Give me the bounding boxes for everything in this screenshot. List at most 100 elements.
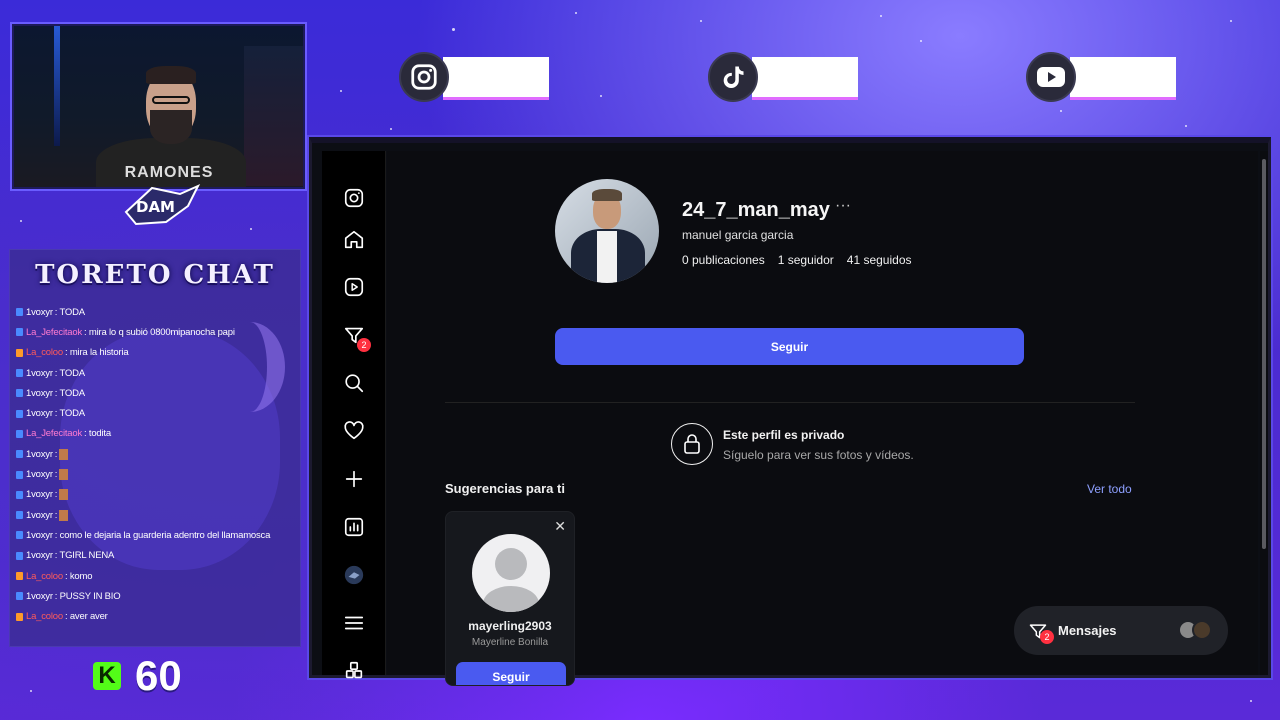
chat-username: La_Jefecitaok: [26, 326, 83, 338]
instagram-logo-icon[interactable]: [343, 187, 365, 209]
chat-username: La_Jefecitaok: [26, 428, 83, 440]
private-subtitle: Síguelo para ver sus fotos y vídeos.: [723, 448, 914, 462]
chat-badge-icon: [16, 389, 23, 398]
create-icon[interactable]: [343, 468, 365, 490]
tiktok-icon: [708, 52, 758, 102]
chat-message: 1voxyr: TODA: [16, 363, 300, 383]
chat-text: : mira lo q subió 0800mipanocha papi: [84, 326, 235, 338]
cam-background-light: [54, 26, 60, 146]
chat-username: La_coloo: [26, 347, 63, 359]
chat-badge-icon: [16, 308, 23, 317]
see-all-link[interactable]: Ver todo: [1087, 482, 1132, 496]
home-icon[interactable]: [343, 229, 365, 251]
messages-bar-label: Mensajes: [1058, 623, 1117, 638]
messages-badge: 2: [357, 338, 371, 352]
suggestion-avatar[interactable]: [472, 534, 550, 612]
following-count[interactable]: 41 seguidos: [847, 253, 912, 267]
profile-avatar-icon[interactable]: [343, 564, 365, 586]
chat-username: 1voxyr: [26, 448, 53, 460]
chat-text: :: [54, 448, 58, 460]
scrollbar-thumb[interactable]: [1262, 159, 1266, 549]
dashboard-icon[interactable]: [343, 516, 365, 538]
chat-text: : komo: [64, 570, 93, 582]
chat-badge-icon: [16, 551, 23, 560]
chat-badge-icon: [16, 612, 23, 621]
chat-username: 1voxyr: [26, 367, 53, 379]
chat-message: La_Jefecitaok: mira lo q subió 0800mipan…: [16, 322, 300, 342]
chat-badge-icon: [16, 328, 23, 337]
chat-badge-icon: [16, 490, 23, 499]
instagram-sidebar: 2: [322, 151, 386, 679]
profile-avatar[interactable]: [555, 179, 659, 283]
followers-count[interactable]: 1 seguidor: [778, 253, 834, 267]
chat-text: : todita: [84, 428, 111, 440]
chat-badge-icon: [16, 369, 23, 378]
more-options-icon[interactable]: ···: [835, 197, 851, 215]
messages-icon[interactable]: 2: [343, 324, 371, 352]
chat-badge-icon: [16, 531, 23, 540]
apps-icon[interactable]: [343, 660, 365, 682]
chat-title: TORETO CHAT: [35, 260, 275, 290]
chat-emote-icon: [59, 469, 69, 481]
instagram-handle-bar: [443, 57, 549, 97]
profile-stats: 0 publicaciones 1 seguidor 41 seguidos: [682, 253, 912, 267]
chat-username: La_coloo: [26, 570, 63, 582]
profile-main: 24_7_man_may ··· manuel garcia garcia 0 …: [387, 151, 1258, 686]
chat-badge-icon: [16, 592, 23, 601]
chat-badge-icon: [16, 470, 23, 479]
menu-icon[interactable]: [343, 612, 365, 634]
chat-username: 1voxyr: [26, 509, 53, 521]
chat-emote-icon: [59, 448, 69, 460]
streamer-glasses: [152, 96, 190, 104]
chat-username: 1voxyr: [26, 590, 53, 602]
chat-username: 1voxyr: [26, 489, 53, 501]
chat-text: : como le dejaria la guarderia adentro d…: [54, 529, 271, 541]
chat-username: La_coloo: [26, 611, 63, 623]
chat-badge-icon: [16, 450, 23, 459]
streamer-shirt-text: RAMONES: [124, 164, 214, 181]
chat-text: : PUSSY IN BIO: [54, 590, 121, 602]
heart-icon[interactable]: [343, 420, 365, 442]
chat-text: :: [54, 509, 58, 521]
youtube-social-bar: [1026, 52, 1176, 102]
chat-text: : TODA: [54, 408, 85, 420]
chat-message: 1voxyr: TODA: [16, 302, 300, 322]
avatar-hair: [592, 189, 622, 201]
profile-full-name: manuel garcia garcia: [682, 228, 794, 242]
instagram-social-bar: [399, 52, 549, 102]
chat-message: 1voxyr: TODA: [16, 403, 300, 423]
chat-message: La_coloo: komo: [16, 566, 300, 586]
suggestion-follow-button[interactable]: Seguir: [456, 662, 566, 685]
chat-emote-icon: [59, 509, 69, 521]
chat-text: : TODA: [54, 367, 85, 379]
suggestion-username[interactable]: mayerling2903: [446, 619, 574, 633]
private-title: Este perfil es privado: [723, 428, 845, 442]
chat-panel: TORETO CHAT 1voxyr: TODA La_Jefecitaok: m…: [9, 249, 301, 647]
browser-window: 2 24_7_man_may ··· manuel garcia garcia …: [309, 137, 1271, 686]
streamer-beard: [150, 110, 192, 144]
chat-badge-icon: [16, 429, 23, 438]
chat-username: 1voxyr: [26, 306, 53, 318]
chat-message: 1voxyr:: [16, 464, 300, 484]
scrollbar[interactable]: [1260, 151, 1268, 675]
chat-badge-icon: [16, 348, 23, 357]
chat-text: :: [54, 489, 58, 501]
search-icon[interactable]: [343, 372, 365, 394]
chat-text: : aver aver: [64, 611, 108, 623]
follow-button[interactable]: Seguir: [555, 328, 1024, 365]
chat-message: 1voxyr: PUSSY IN BIO: [16, 586, 300, 606]
section-divider: [445, 402, 1135, 403]
chat-text: : TGIRL NENA: [54, 550, 115, 562]
messages-bar[interactable]: 2 Mensajes: [1014, 606, 1228, 655]
chat-message: 1voxyr:: [16, 485, 300, 505]
channel-logo-icon: DAM: [124, 183, 201, 226]
lock-icon: [671, 423, 713, 465]
cam-background-shelf: [244, 46, 303, 186]
close-icon[interactable]: ✕: [554, 518, 566, 535]
chat-message: La_coloo: aver aver: [16, 606, 300, 626]
viewer-count: 60: [135, 652, 182, 699]
tiktok-handle-bar: [752, 57, 858, 97]
reels-icon[interactable]: [343, 276, 365, 298]
webcam-feed: RAMONES: [12, 24, 305, 189]
suggestions-title: Sugerencias para ti: [445, 481, 565, 496]
